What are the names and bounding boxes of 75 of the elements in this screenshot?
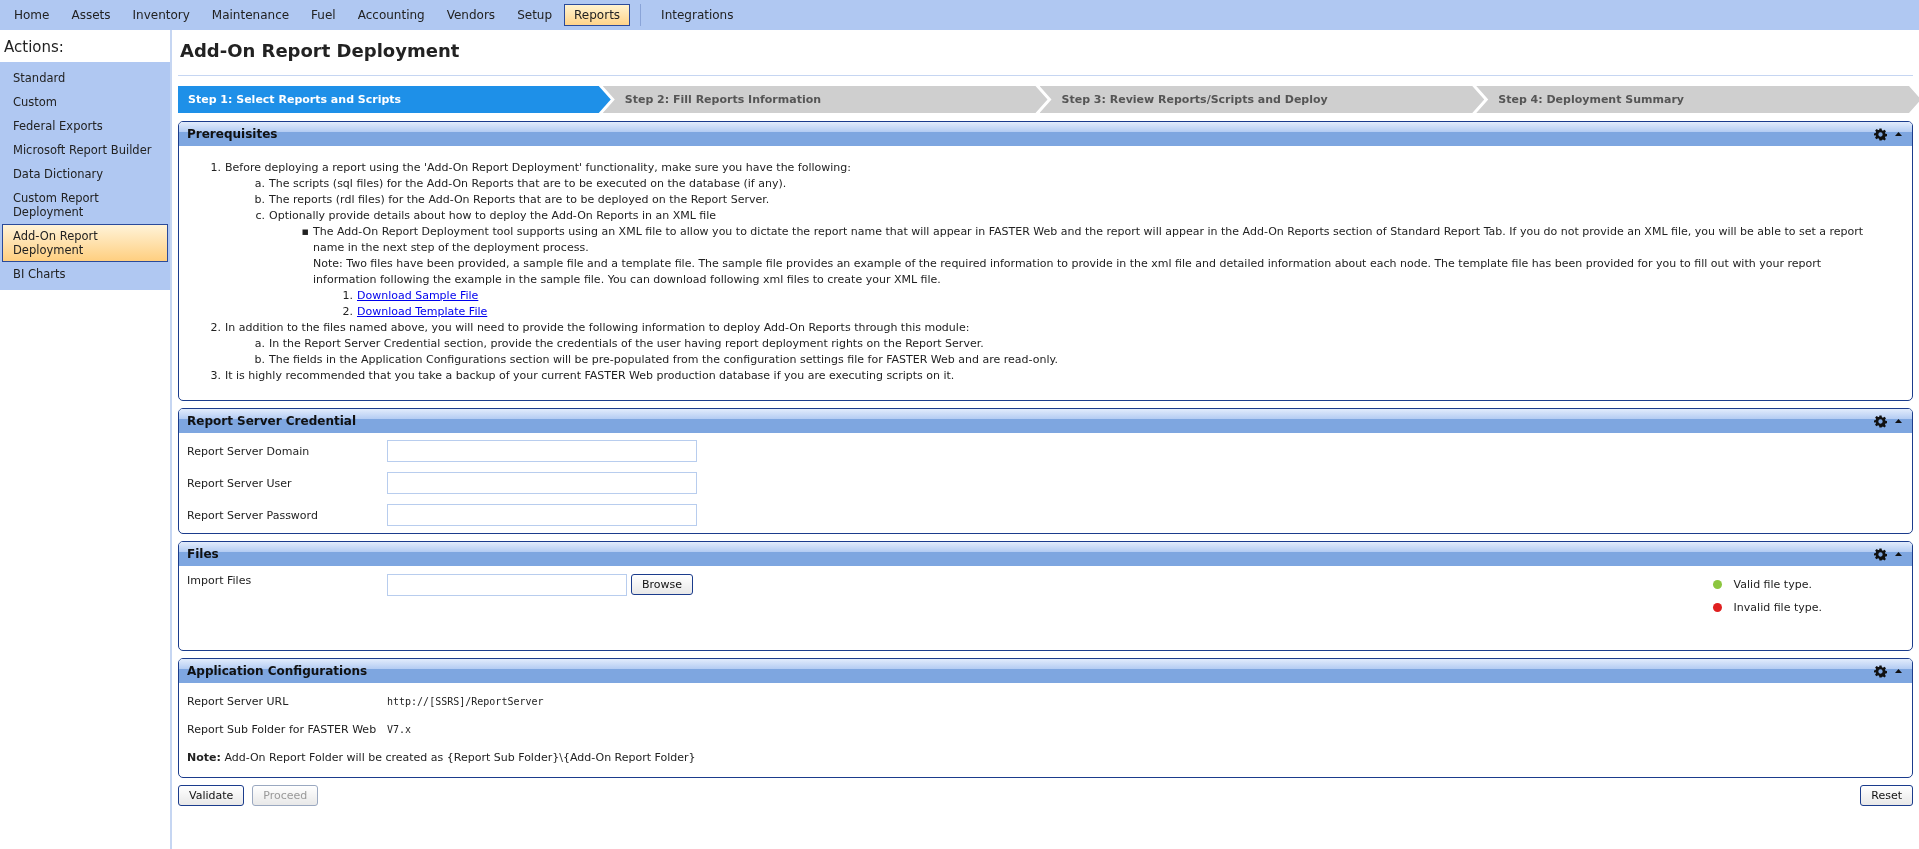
input-field[interactable] — [387, 472, 697, 494]
list-marker: 2. — [341, 304, 354, 320]
page-title: Add-On Report Deployment — [178, 30, 1913, 76]
bullet-marker: ▪ — [300, 224, 310, 240]
panel-title: Application Configurations — [187, 664, 368, 678]
sidebar-item[interactable]: Federal Exports — [2, 114, 168, 138]
list-marker: b. — [253, 352, 266, 368]
sidebar-item[interactable]: Microsoft Report Builder — [2, 138, 168, 162]
file-input[interactable] — [387, 574, 627, 596]
wizard-step[interactable]: Step 3: Review Reports/Scripts and Deploy — [1039, 86, 1485, 113]
sidebar-item[interactable]: Custom Report Deployment — [2, 186, 168, 224]
note-text: Note: Two files have been provided, a sample file and a template file. The sample file provides an example of the required information to provide in the xml file and detailed information about each node. The template file has been provided for you to fill out with your report information following the example in the sample file. You can download following xml files to create your XML file. — [313, 256, 1823, 288]
input-field[interactable] — [387, 504, 697, 526]
legend-label: Invalid file type. — [1733, 601, 1822, 614]
sidebar-item[interactable]: Custom — [2, 90, 168, 114]
input-field[interactable] — [387, 440, 697, 462]
list-text: In the Report Server Credential section, provide the credentials of the user having report deployment rights on the Report Server. — [269, 336, 984, 352]
list-marker: 3. — [209, 368, 222, 384]
list-marker: b. — [253, 192, 266, 208]
list-text: The reports (rdl files) for the Add-On Reports that are to be deployed on the Report Server. — [269, 192, 770, 208]
download-link[interactable]: Download Sample File — [357, 289, 479, 302]
note-text: Note: Add-On Report Folder will be created as {Report Sub Folder}\{Add-On Report Folder} — [187, 750, 696, 764]
field-label: Report Server User — [187, 476, 293, 490]
list-marker: 1. — [209, 160, 222, 176]
list-text: Before deploying a report using the 'Add-On Report Deployment' functionality, make sure you have the following: — [225, 160, 853, 176]
menu-item[interactable]: Inventory — [122, 4, 200, 26]
list-marker: 1. — [341, 288, 354, 304]
field-value: V7.x — [387, 723, 412, 735]
field-value: http://[SSRS]/ReportServer — [387, 695, 544, 707]
field-label: Import Files — [187, 574, 253, 587]
list-text: The fields in the Application Configurations section will be pre-populated from the configuration settings file for FASTER Web and are read-only. — [269, 352, 1058, 368]
menu-item[interactable]: Assets — [61, 4, 121, 26]
legend-label: Valid file type. — [1733, 578, 1812, 591]
list-marker: c. — [254, 208, 266, 224]
panel-title: Report Server Credential — [187, 414, 356, 428]
panel-title: Files — [187, 547, 219, 561]
field-label: Report Sub Folder for FASTER Web — [187, 722, 378, 736]
browse-button[interactable]: Browse — [631, 574, 694, 595]
menu-item[interactable]: Reports — [564, 4, 631, 26]
wizard-step[interactable]: Step 4: Deployment Summary — [1476, 86, 1919, 113]
sidebar-item[interactable]: Data Dictionary — [2, 162, 168, 186]
sidebar-item[interactable]: Standard — [2, 66, 168, 90]
settings-icon[interactable] — [1874, 127, 1887, 141]
collapse-icon[interactable] — [1895, 669, 1902, 673]
wizard-step[interactable]: Step 2: Fill Reports Information — [602, 86, 1048, 113]
list-text: It is highly recommended that you take a backup of your current FASTER Web production database if you are executing scripts on it. — [225, 368, 955, 384]
action-button[interactable]: Validate — [178, 785, 245, 806]
reset-button[interactable]: Reset — [1860, 785, 1913, 806]
field-label: Report Server Password — [187, 508, 319, 522]
list-text: Optionally provide details about how to deploy the Add-On Reports in an XML file — [269, 208, 718, 224]
list-text: In addition to the files named above, you will need to provide the following information to deploy Add-On Reports through this module: — [225, 320, 971, 336]
list-marker: a. — [253, 176, 266, 192]
menu-item[interactable]: Vendors — [436, 4, 506, 26]
collapse-icon[interactable] — [1895, 419, 1902, 423]
settings-icon[interactable] — [1874, 547, 1887, 561]
download-link[interactable]: Download Template File — [357, 305, 488, 318]
settings-icon[interactable] — [1874, 414, 1887, 428]
list-marker: 2. — [209, 320, 222, 336]
field-label: Report Server Domain — [187, 444, 311, 458]
panel-title: Prerequisites — [187, 127, 278, 141]
menu-item[interactable]: Home — [4, 4, 60, 26]
menu-item[interactable]: Fuel — [301, 4, 346, 26]
collapse-icon[interactable] — [1895, 552, 1902, 556]
menu-item[interactable]: Setup — [507, 4, 563, 26]
list-marker: a. — [253, 336, 266, 352]
settings-icon[interactable] — [1874, 664, 1887, 678]
sidebar-item[interactable]: Add-On Report Deployment — [2, 224, 168, 262]
menu-item[interactable]: Integrations — [651, 4, 744, 26]
menu-item[interactable]: Accounting — [347, 4, 435, 26]
menu-item[interactable]: Maintenance — [201, 4, 300, 26]
collapse-icon[interactable] — [1895, 132, 1902, 136]
list-text: The Add-On Report Deployment tool supports using an XML file to allow you to dictate the report name that will appear in FASTER Web and the report will appear in the Add-On Reports section of Standard Report Tab. If you do not provide an XML file, you will be able to set a report name in the next step of the deployment process. — [313, 224, 1865, 256]
field-label: Report Server URL — [187, 694, 290, 708]
sidebar-item[interactable]: BI Charts — [2, 262, 168, 286]
list-text: The scripts (sql files) for the Add-On Reports that are to be executed on the database (if any). — [269, 176, 787, 192]
